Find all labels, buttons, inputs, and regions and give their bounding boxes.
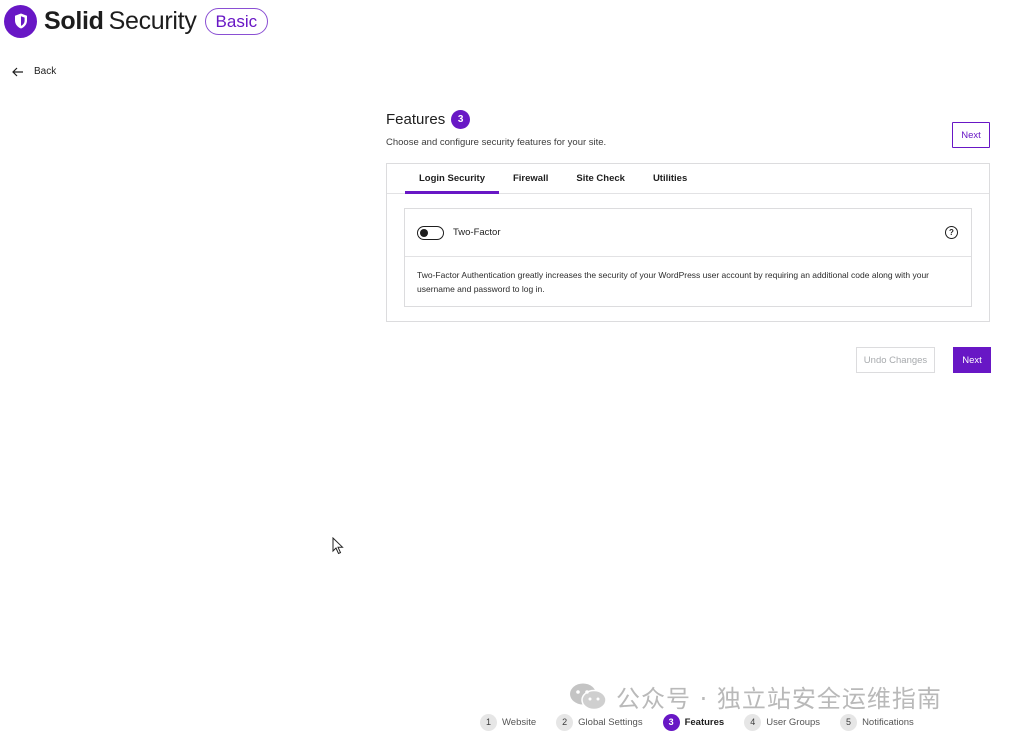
page-title-row: Features 3 xyxy=(386,108,990,130)
feature-header: Two-Factor ? xyxy=(405,209,971,257)
step-user-groups[interactable]: 4 User Groups xyxy=(744,713,821,731)
brand-name-regular: Security xyxy=(108,6,197,35)
next-button-top[interactable]: Next xyxy=(952,122,990,148)
mouse-cursor-icon xyxy=(332,536,344,560)
step-global-settings[interactable]: 2 Global Settings xyxy=(556,713,643,731)
tab-login-security[interactable]: Login Security xyxy=(405,164,499,194)
tab-site-check[interactable]: Site Check xyxy=(562,164,639,193)
step-number: 3 xyxy=(662,713,680,731)
page-subtitle: Choose and configure security features f… xyxy=(386,137,607,148)
brand-logo: Solid Security Basic xyxy=(4,4,269,38)
undo-changes-button[interactable]: Undo Changes xyxy=(856,347,935,373)
help-icon[interactable]: ? xyxy=(945,226,958,239)
toggle-knob xyxy=(420,228,428,237)
tab-utilities[interactable]: Utilities xyxy=(639,164,701,193)
arrow-left-icon xyxy=(12,67,23,76)
feature-description: Two-Factor Authentication greatly increa… xyxy=(417,270,930,294)
shield-logo-icon xyxy=(4,4,37,38)
step-number: 1 xyxy=(480,713,497,731)
step-notifications[interactable]: 5 Notifications xyxy=(840,713,914,731)
brand-name-bold: Solid xyxy=(44,6,104,35)
step-number: 4 xyxy=(744,713,762,731)
step-label: Website xyxy=(502,716,537,728)
step-label: Features xyxy=(684,716,725,728)
form-actions: Undo Changes Next xyxy=(856,347,991,373)
features-panel: Features 3 Choose and configure security… xyxy=(386,108,991,373)
features-card: Login Security Firewall Site Check Utili… xyxy=(386,163,990,322)
setup-stepper: 1 Website 2 Global Settings 3 Features 4… xyxy=(480,712,934,732)
step-label: Global Settings xyxy=(578,716,643,728)
step-label: User Groups xyxy=(766,716,821,728)
wechat-icon xyxy=(570,683,607,710)
page-title: Features xyxy=(386,110,446,128)
step-website[interactable]: 1 Website xyxy=(480,713,537,731)
next-button-bottom[interactable]: Next xyxy=(953,347,991,373)
step-number: 2 xyxy=(556,713,574,731)
back-label: Back xyxy=(34,66,57,77)
tab-firewall[interactable]: Firewall xyxy=(499,164,562,193)
feature-tabs: Login Security Firewall Site Check Utili… xyxy=(387,164,989,194)
step-label: Notifications xyxy=(862,716,914,728)
step-number: 5 xyxy=(840,713,858,731)
two-factor-feature: Two-Factor ? Two-Factor Authentication g… xyxy=(404,208,972,307)
two-factor-toggle[interactable] xyxy=(417,225,444,240)
plan-badge: Basic xyxy=(204,7,269,35)
step-features[interactable]: 3 Features xyxy=(662,713,725,731)
step-badge: 3 xyxy=(451,109,471,129)
feature-name: Two-Factor xyxy=(453,227,501,238)
watermark: 公众号 · 独立站安全运维指南 xyxy=(568,679,942,714)
back-link[interactable]: Back xyxy=(12,66,56,77)
watermark-text: 公众号 · 独立站安全运维指南 xyxy=(616,685,942,713)
